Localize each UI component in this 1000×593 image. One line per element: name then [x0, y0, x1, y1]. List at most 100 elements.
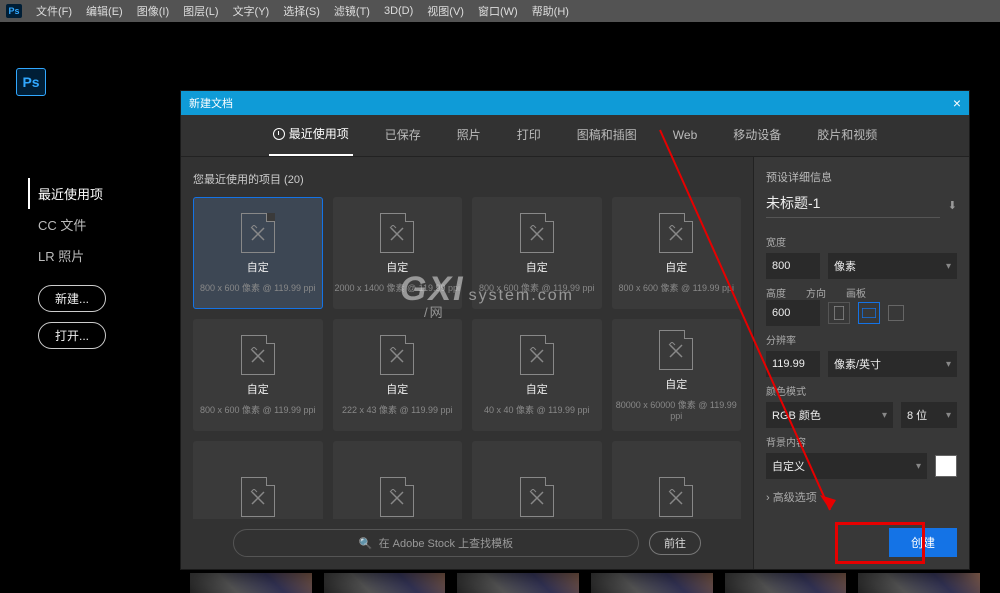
- artboard-label: 画板: [846, 285, 866, 300]
- save-preset-icon[interactable]: ⬇: [948, 199, 957, 212]
- tab-photo[interactable]: 照片: [453, 116, 485, 155]
- preset-name: 自定: [386, 259, 408, 275]
- bg-select[interactable]: 自定义▾: [766, 453, 927, 479]
- bit-depth-select[interactable]: 8 位▾: [901, 402, 957, 428]
- orient-landscape-button[interactable]: [858, 302, 880, 324]
- preset-area: 您最近使用的项目 (20) 自定 800 x 600 像素 @ 119.99 pp…: [181, 157, 753, 569]
- home-left-panel: 最近使用项 CC 文件 LR 照片 新建... 打开...: [28, 178, 158, 349]
- menu-filter[interactable]: 滤镜(T): [328, 1, 376, 21]
- tab-print[interactable]: 打印: [513, 116, 545, 155]
- left-lr-photos[interactable]: LR 照片: [28, 240, 158, 271]
- detail-header: 预设详细信息: [766, 169, 957, 185]
- dialog-title: 新建文档: [189, 95, 233, 111]
- ps-badge-icon: Ps: [6, 4, 22, 18]
- menu-select[interactable]: 选择(S): [277, 1, 326, 21]
- preset-dimensions: 80000 x 60000 像素 @ 119.99 ppi: [613, 398, 741, 421]
- preset-dimensions: 2000 x 1400 像素 @ 119.99 ppi: [334, 281, 460, 294]
- preset-dimensions: 800 x 600 像素 @ 119.99 ppi: [618, 281, 734, 294]
- left-recent[interactable]: 最近使用项: [28, 178, 158, 209]
- color-label: 颜色模式: [766, 383, 957, 398]
- document-icon: [241, 213, 275, 253]
- stock-search-placeholder: 在 Adobe Stock 上查找模板: [379, 535, 514, 551]
- preset-dimensions: 800 x 600 像素 @ 119.99 ppi: [200, 281, 316, 294]
- preset-item[interactable]: [472, 441, 602, 519]
- stock-search[interactable]: 🔍 在 Adobe Stock 上查找模板: [233, 529, 639, 557]
- preset-item[interactable]: [333, 441, 463, 519]
- advanced-options[interactable]: › 高级选项: [766, 489, 957, 505]
- menu-layer[interactable]: 图层(L): [177, 1, 224, 21]
- document-icon: [380, 477, 414, 517]
- create-button[interactable]: 创建: [889, 528, 957, 557]
- recent-items-label: 您最近使用的项目 (20): [193, 165, 741, 197]
- document-icon: [520, 335, 554, 375]
- height-input[interactable]: [766, 300, 820, 326]
- preset-name: 自定: [526, 381, 548, 397]
- menu-image[interactable]: 图像(I): [131, 1, 175, 21]
- width-unit-select[interactable]: 像素▾: [828, 253, 957, 279]
- menu-window[interactable]: 窗口(W): [472, 1, 524, 21]
- preset-item[interactable]: 自定 2000 x 1400 像素 @ 119.99 ppi: [333, 197, 463, 309]
- tab-web[interactable]: Web: [669, 118, 701, 154]
- orient-label: 方向: [806, 285, 826, 300]
- tab-art[interactable]: 图稿和插图: [573, 116, 641, 155]
- preset-item[interactable]: 自定 800 x 600 像素 @ 119.99 ppi: [472, 197, 602, 309]
- preset-item[interactable]: 自定 222 x 43 像素 @ 119.99 ppi: [333, 319, 463, 431]
- preset-name: 自定: [526, 259, 548, 275]
- preset-dimensions: 40 x 40 像素 @ 119.99 ppi: [484, 403, 590, 416]
- preset-item[interactable]: 自定 800 x 600 像素 @ 119.99 ppi: [193, 197, 323, 309]
- left-cc-files[interactable]: CC 文件: [28, 209, 158, 240]
- menu-3d[interactable]: 3D(D): [378, 3, 419, 19]
- menu-help[interactable]: 帮助(H): [526, 1, 575, 21]
- height-label: 高度: [766, 285, 786, 300]
- bg-color-swatch[interactable]: [935, 455, 957, 477]
- dialog-titlebar[interactable]: 新建文档 ×: [181, 91, 969, 115]
- new-button[interactable]: 新建...: [38, 285, 106, 312]
- document-icon: [659, 330, 693, 370]
- preset-item[interactable]: 自定 800 x 600 像素 @ 119.99 ppi: [612, 197, 742, 309]
- orient-portrait-button[interactable]: [828, 302, 850, 324]
- width-label: 宽度: [766, 234, 957, 249]
- document-icon: [520, 213, 554, 253]
- document-icon: [659, 213, 693, 253]
- preset-grid: 自定 800 x 600 像素 @ 119.99 ppi 自定 2000 x 1400…: [193, 197, 741, 519]
- open-button[interactable]: 打开...: [38, 322, 106, 349]
- menu-file[interactable]: 文件(F): [30, 1, 78, 21]
- chevron-down-icon: ▾: [946, 261, 951, 272]
- chevron-down-icon: ▾: [946, 359, 951, 370]
- color-mode-select[interactable]: RGB 颜色▾: [766, 402, 893, 428]
- tab-saved[interactable]: 已保存: [381, 116, 425, 155]
- doc-name-input[interactable]: 未标题-1: [766, 193, 940, 218]
- width-input[interactable]: [766, 253, 820, 279]
- ps-logo-icon: Ps: [16, 68, 46, 96]
- preset-dimensions: 800 x 600 像素 @ 119.99 ppi: [479, 281, 595, 294]
- chevron-down-icon: ▾: [916, 461, 921, 472]
- new-document-dialog: 新建文档 × 最近使用项 已保存 照片 打印 图稿和插图 Web 移动设备 胶片…: [180, 90, 970, 570]
- preset-item[interactable]: 自定 40 x 40 像素 @ 119.99 ppi: [472, 319, 602, 431]
- preset-item[interactable]: 自定800 x 600 像素 @ 119.99 ppi: [193, 319, 323, 431]
- res-label: 分辨率: [766, 332, 957, 347]
- tab-mobile[interactable]: 移动设备: [729, 116, 785, 155]
- chevron-down-icon: ▾: [946, 410, 951, 421]
- menu-type[interactable]: 文字(Y): [227, 1, 276, 21]
- menu-view[interactable]: 视图(V): [421, 1, 470, 21]
- preset-item[interactable]: [193, 441, 323, 519]
- close-icon[interactable]: ×: [953, 95, 961, 111]
- preset-name: 自定: [665, 259, 687, 275]
- artboard-checkbox[interactable]: [888, 305, 904, 321]
- document-icon: [520, 477, 554, 517]
- tab-film[interactable]: 胶片和视频: [813, 116, 881, 155]
- document-icon: [380, 213, 414, 253]
- preset-dimensions: 222 x 43 像素 @ 119.99 ppi: [342, 403, 453, 416]
- preset-dimensions: 800 x 600 像素 @ 119.99 ppi: [200, 403, 316, 416]
- preset-name: 自定: [247, 259, 269, 275]
- res-unit-select[interactable]: 像素/英寸▾: [828, 351, 957, 377]
- document-icon: [241, 335, 275, 375]
- preset-item[interactable]: [612, 441, 742, 519]
- clock-icon: [273, 128, 285, 140]
- preset-item[interactable]: 自定80000 x 60000 像素 @ 119.99 ppi: [612, 319, 742, 431]
- preset-name: 自定: [386, 381, 408, 397]
- go-button[interactable]: 前往: [649, 531, 701, 555]
- res-input[interactable]: [766, 351, 820, 377]
- menu-edit[interactable]: 编辑(E): [80, 1, 129, 21]
- tab-recent[interactable]: 最近使用项: [269, 115, 353, 156]
